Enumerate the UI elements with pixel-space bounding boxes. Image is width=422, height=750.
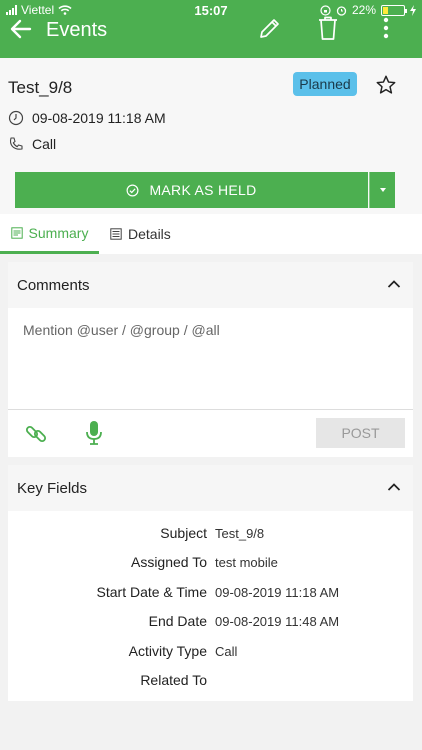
comments-title: Comments — [17, 276, 90, 294]
comments-header[interactable]: Comments — [8, 262, 413, 308]
event-type-row: Call — [8, 136, 56, 152]
more-vertical-icon[interactable] — [376, 15, 396, 41]
post-button[interactable]: POST — [316, 418, 405, 448]
alarm-icon — [336, 5, 347, 16]
key-field-value: 09-08-2019 11:48 AM — [215, 614, 340, 629]
rotation-lock-icon — [320, 4, 331, 16]
trash-icon[interactable] — [316, 15, 340, 41]
event-datetime-row: 09-08-2019 11:18 AM — [8, 110, 166, 126]
comments-card: Comments Mention @user / @group / @all P… — [8, 262, 413, 457]
star-icon[interactable] — [375, 74, 397, 96]
key-field-row: Activity Type Call — [8, 643, 413, 663]
edit-pencil-icon[interactable] — [256, 16, 282, 42]
key-field-label: Assigned To — [130, 554, 207, 570]
battery-percent: 22% — [351, 3, 376, 17]
key-field-label: Start Date & Time — [96, 584, 207, 600]
chevron-up-icon[interactable] — [387, 279, 401, 289]
mark-as-held-dropdown[interactable] — [369, 172, 395, 208]
key-field-value: 09-08-2019 11:18 AM — [215, 585, 340, 600]
key-field-row: Assigned To test mobile — [8, 554, 413, 574]
microphone-icon[interactable] — [84, 420, 104, 446]
key-field-row: Subject Test_9/8 — [8, 525, 413, 545]
key-field-label: Related To — [140, 672, 207, 688]
page-title: Events — [46, 19, 108, 41]
status-badge: Planned — [293, 72, 357, 96]
status-bar: Viettel 15:07 22% — [0, 0, 422, 20]
back-arrow-icon[interactable] — [8, 16, 34, 42]
details-icon — [110, 228, 122, 240]
chevron-up-icon[interactable] — [387, 482, 401, 492]
key-field-value: test mobile — [215, 555, 278, 570]
check-circle-icon — [126, 184, 139, 196]
phone-icon — [9, 137, 23, 150]
key-fields-card: Key Fields Subject Test_9/8 Assigned To … — [8, 465, 413, 701]
mark-as-held-label: MARK AS HELD — [149, 182, 257, 198]
key-fields-title: Key Fields — [17, 479, 88, 497]
key-field-row: Start Date & Time 09-08-2019 11:18 AM — [8, 584, 413, 604]
tab-summary[interactable]: Summary — [0, 214, 99, 254]
event-title: Test_9/8 — [8, 78, 73, 97]
key-field-label: Subject — [160, 525, 207, 541]
mark-as-held-button[interactable]: MARK AS HELD — [15, 172, 368, 208]
app-bar: Viettel 15:07 22% Events — [0, 0, 422, 58]
event-type: Call — [32, 136, 57, 152]
battery-icon — [381, 4, 407, 16]
key-field-value: Call — [215, 644, 238, 659]
summary-icon — [10, 226, 23, 239]
key-field-row: Related To — [8, 672, 413, 692]
tab-bar: Summary Details — [0, 214, 422, 254]
clock-icon — [8, 110, 24, 126]
key-field-label: Activity Type — [128, 643, 207, 659]
caret-down-icon — [379, 188, 386, 192]
key-field-value: Test_9/8 — [215, 526, 265, 541]
event-datetime: 09-08-2019 11:18 AM — [32, 110, 166, 126]
key-fields-header[interactable]: Key Fields — [8, 465, 413, 511]
attach-link-icon[interactable] — [24, 422, 48, 446]
event-header: Test_9/8 Planned 09-08-2019 11:18 AM Cal… — [0, 58, 422, 214]
key-field-label: End Date — [148, 613, 207, 629]
comment-input[interactable]: Mention @user / @group / @all — [8, 308, 413, 410]
tab-details[interactable]: Details — [110, 214, 171, 254]
charging-icon — [410, 4, 416, 16]
key-field-row: End Date 09-08-2019 11:48 AM — [8, 613, 413, 633]
